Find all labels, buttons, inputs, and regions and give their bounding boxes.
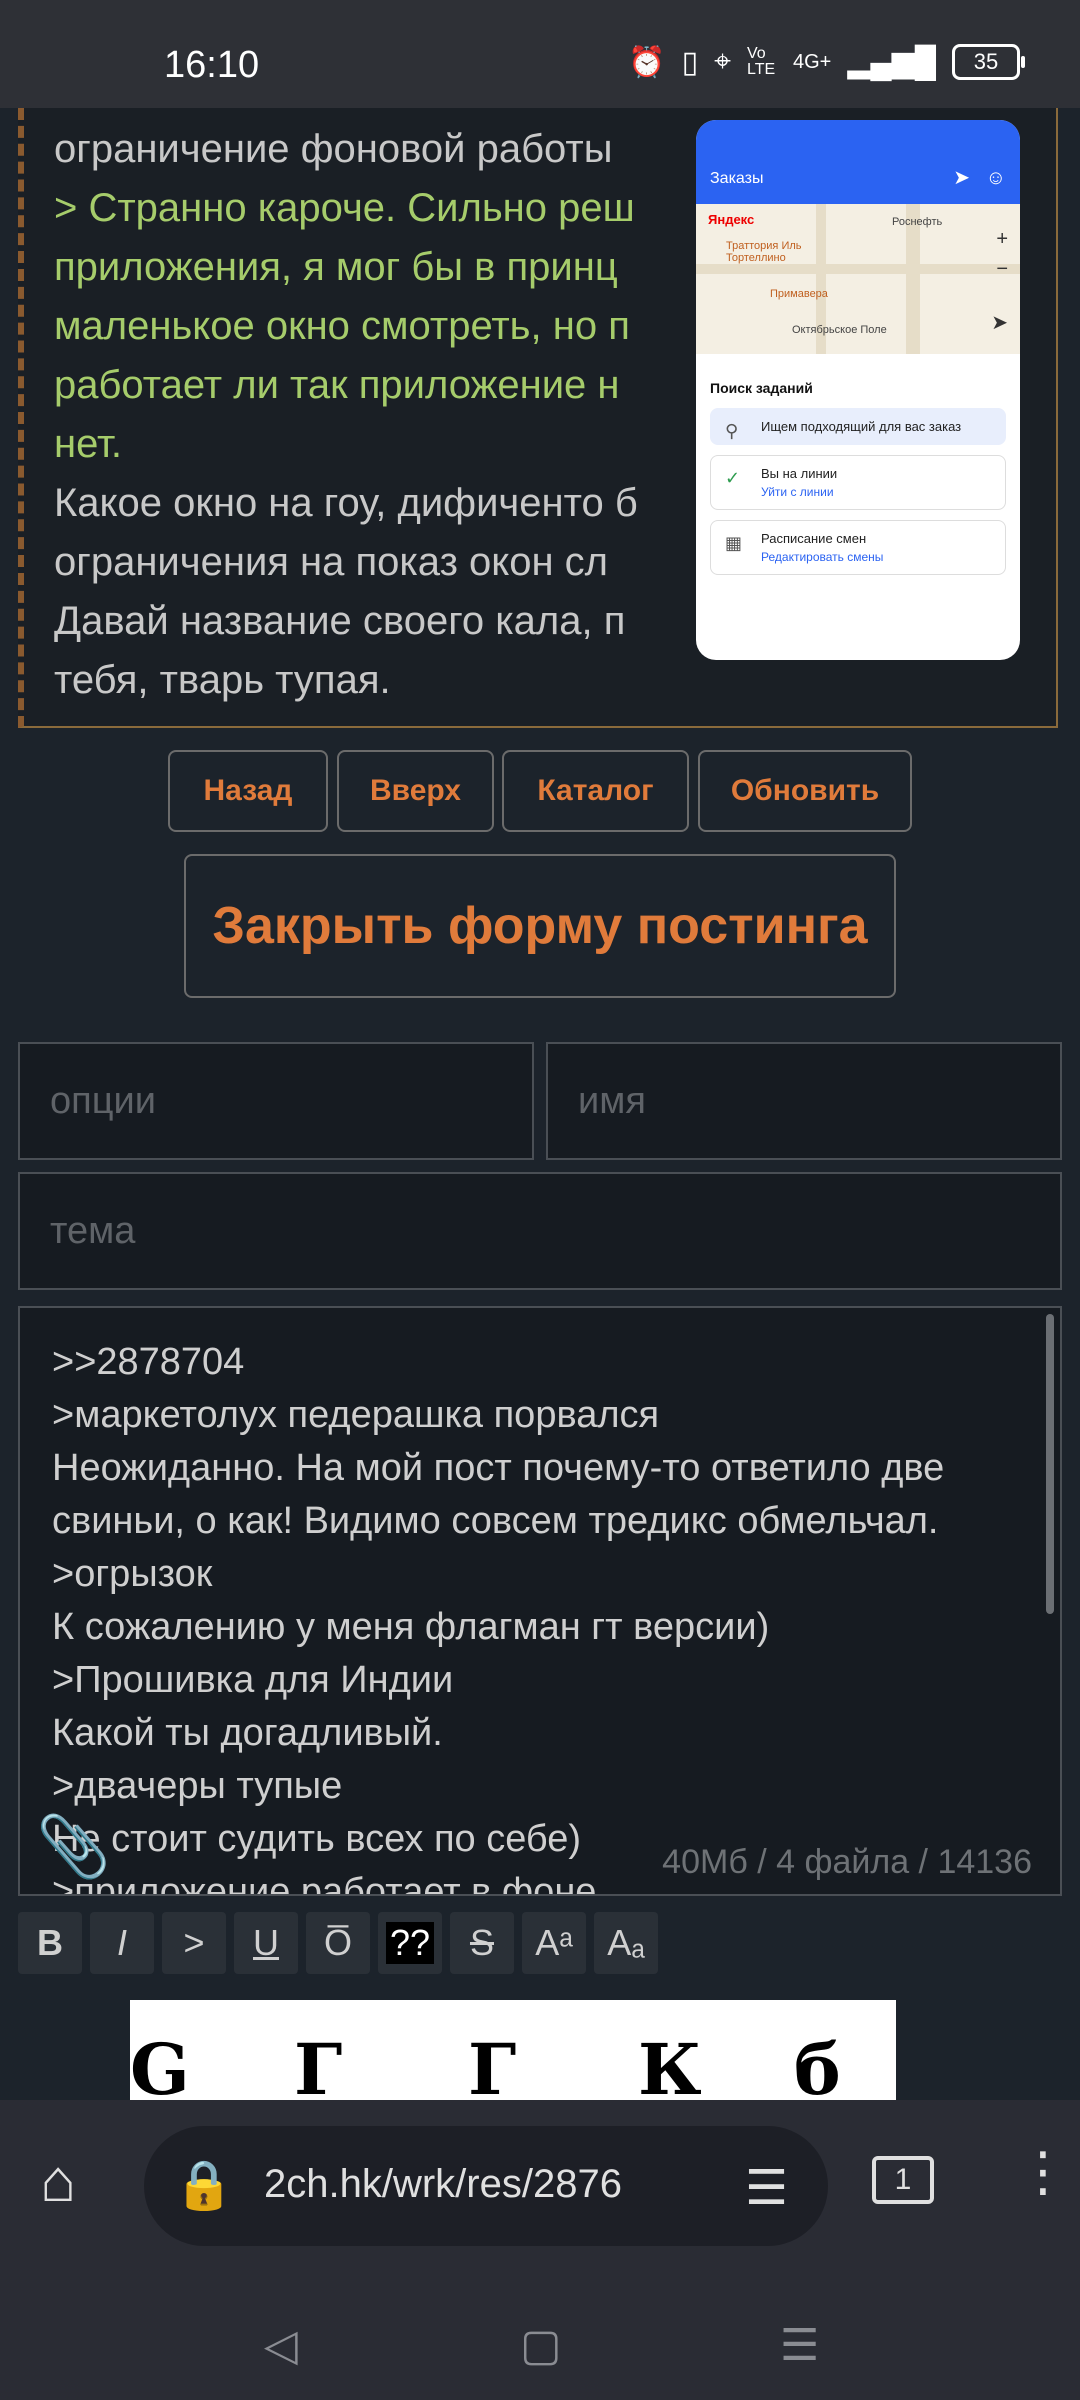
recents-nav-icon[interactable]: ☰ — [780, 2320, 819, 2371]
alarm-icon: ⏰ — [628, 45, 666, 79]
subject-input[interactable]: тема — [18, 1172, 1062, 1290]
search-order-card[interactable]: ⚲ Ищем подходящий для вас заказ — [710, 408, 1006, 445]
volte-icon: Vo LTE — [746, 45, 776, 78]
vibrate-icon: ▯ — [681, 45, 699, 79]
message-line: К сожалению у меня флагман гт версии) — [52, 1606, 770, 1648]
tabs-counter[interactable]: 1 — [872, 2156, 934, 2204]
card-title: Расписание смен — [761, 531, 867, 546]
overline-button[interactable]: O̅ — [306, 1912, 370, 1974]
options-input[interactable]: опции — [18, 1042, 534, 1160]
italic-button[interactable]: I — [90, 1912, 154, 1974]
map-label: Примавера — [770, 288, 828, 300]
map-label: Траттория Иль Тортеллино — [726, 240, 802, 264]
attach-file-icon[interactable]: 📎 — [36, 1811, 111, 1882]
lock-icon: 🔒 — [174, 2159, 234, 2212]
pip-header-title: Заказы — [710, 170, 764, 187]
refresh-button[interactable]: Обновить — [698, 750, 912, 832]
calendar-icon: ▦ — [725, 533, 743, 553]
status-time: 16:10 — [164, 44, 260, 86]
reader-mode-icon[interactable]: ☰ — [745, 2160, 788, 2216]
card-title: Вы на линии — [761, 466, 838, 481]
zoom-in-icon[interactable]: + — [996, 228, 1008, 251]
spoiler-label: ?? — [385, 1922, 435, 1964]
back-nav-icon[interactable]: ◁ — [264, 2320, 298, 2371]
locate-icon[interactable]: ➤ — [991, 310, 1008, 335]
check-circle-icon: ✓ — [725, 468, 741, 488]
upload-limits: 40Мб / 4 файла / 14136 — [656, 1843, 1032, 1882]
message-textarea[interactable]: >>2878704 >маркетолух педерашка порвался… — [18, 1306, 1062, 1896]
card-title: Ищем подходящий для вас заказ — [761, 419, 962, 434]
quote-button[interactable]: > — [162, 1912, 226, 1974]
captcha-char: G — [130, 2028, 190, 2100]
captcha-char: б — [794, 2028, 841, 2100]
message-line: >>2878704 — [52, 1341, 245, 1383]
message-line: Неожиданно. На мой пост почему-то ответи… — [52, 1447, 945, 1489]
name-input[interactable]: имя — [546, 1042, 1062, 1160]
message-line: Какой ты догадливый. — [52, 1712, 443, 1754]
back-button[interactable]: Назад — [168, 750, 328, 832]
status-bar: 16:10 ⏰ ▯ ⌖ Vo LTE 4G+ ▂▄▆█ 35 — [0, 0, 1080, 108]
captcha-char: К — [638, 2028, 702, 2100]
support-icon[interactable]: ☺ — [986, 167, 1006, 190]
home-icon[interactable]: ⌂ — [40, 2146, 76, 2215]
close-posting-form-button[interactable]: Закрыть форму постинга — [184, 854, 896, 998]
message-text: >>2878704 >маркетолух педерашка порвался… — [52, 1336, 1042, 1894]
search-person-icon: ⚲ — [725, 421, 739, 441]
system-nav-bar: ◁ ▢ ☰ — [0, 2300, 1080, 2400]
pip-map[interactable]: Яндекс Роснефть Траттория Иль Тортеллино… — [696, 204, 1020, 354]
subscript-button[interactable]: Aₐ — [594, 1912, 658, 1974]
battery-icon: 35 — [952, 44, 1025, 80]
captcha-char: Г — [294, 2028, 343, 2100]
pip-header: Заказы ➤ ☺ — [696, 120, 1020, 204]
shift-schedule-card[interactable]: ▦ Расписание смен Редактировать смены — [710, 520, 1006, 575]
go-offline-link[interactable]: Уйти с линии — [761, 485, 993, 499]
home-nav-icon[interactable]: ▢ — [520, 2320, 562, 2371]
top-button[interactable]: Вверх — [337, 750, 494, 832]
pip-section-title: Поиск заданий — [710, 380, 813, 396]
message-line: >двачеры тупые — [52, 1765, 343, 1807]
status-icons: ⏰ ▯ ⌖ Vo LTE 4G+ ▂▄▆█ 35 — [628, 44, 1025, 80]
send-icon[interactable]: ➤ — [953, 165, 970, 190]
captcha-image[interactable]: G Г Г К б — [130, 2000, 896, 2100]
strike-button[interactable]: S — [450, 1912, 514, 1974]
address-bar[interactable]: 🔒 2ch.hk/wrk/res/2876 ☰ — [144, 2126, 828, 2246]
message-line: свиньи, о как! Видимо совсем тредикс обм… — [52, 1500, 939, 1542]
pip-window[interactable]: Заказы ➤ ☺ Яндекс Роснефть Траттория Иль… — [696, 120, 1020, 660]
catalog-button[interactable]: Каталог — [502, 750, 689, 832]
captcha-char: Г — [468, 2028, 517, 2100]
url-text: 2ch.hk/wrk/res/2876 — [264, 2162, 622, 2206]
map-brand: Яндекс — [708, 212, 755, 227]
bold-button[interactable]: B — [18, 1912, 82, 1974]
location-icon: ⌖ — [714, 45, 731, 78]
message-line: >огрызок — [52, 1553, 213, 1595]
spoiler-button[interactable]: ?? — [378, 1912, 442, 1974]
zoom-out-icon[interactable]: − — [996, 258, 1008, 281]
browser-toolbar: ⌂ 🔒 2ch.hk/wrk/res/2876 ☰ 1 ⋮ — [0, 2100, 1080, 2300]
superscript-button[interactable]: Aᵃ — [522, 1912, 586, 1974]
textarea-scrollbar[interactable] — [1046, 1314, 1054, 1614]
message-line: >Прошивка для Индии — [52, 1659, 454, 1701]
online-status-card[interactable]: ✓ Вы на линии Уйти с линии — [710, 455, 1006, 510]
signal-icon: ▂▄▆█ — [847, 45, 936, 79]
map-label: Октябрьское Поле — [792, 324, 887, 336]
network-type: 4G+ — [792, 50, 832, 73]
map-label: Роснефть — [892, 216, 943, 228]
message-line: >маркетолух педерашка порвался — [52, 1394, 660, 1436]
edit-shifts-link[interactable]: Редактировать смены — [761, 550, 993, 564]
underline-button[interactable]: U — [234, 1912, 298, 1974]
menu-icon[interactable]: ⋮ — [1016, 2140, 1070, 2203]
